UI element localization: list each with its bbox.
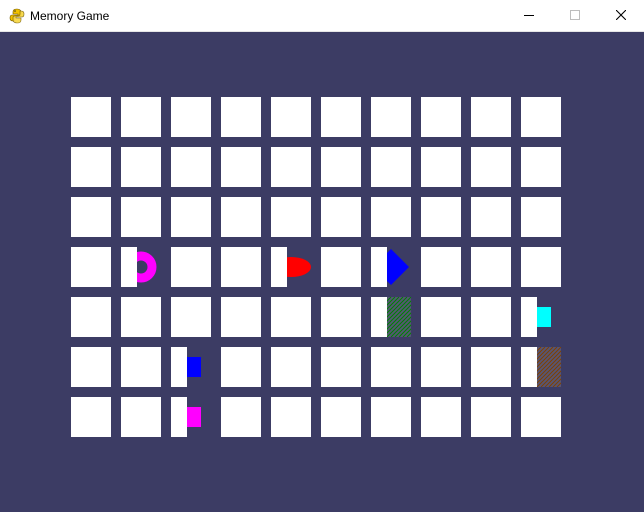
minimize-icon: [524, 15, 534, 16]
tile-cover: [371, 247, 387, 287]
covered-tile[interactable]: [121, 347, 161, 387]
tile-cover: [171, 397, 187, 437]
covered-tile[interactable]: [321, 397, 361, 437]
covered-tile[interactable]: [321, 347, 361, 387]
revealing-tile[interactable]: [371, 247, 411, 287]
covered-tile[interactable]: [421, 197, 461, 237]
covered-tile[interactable]: [471, 147, 511, 187]
covered-tile[interactable]: [471, 247, 511, 287]
revealing-tile[interactable]: [171, 347, 211, 387]
covered-tile[interactable]: [321, 247, 361, 287]
game-board: [0, 32, 644, 512]
tile-cover: [271, 247, 287, 287]
covered-tile[interactable]: [321, 297, 361, 337]
tile-cover: [371, 297, 387, 337]
window-title: Memory Game: [30, 9, 110, 23]
covered-tile[interactable]: [421, 97, 461, 137]
covered-tile[interactable]: [471, 297, 511, 337]
covered-tile[interactable]: [371, 397, 411, 437]
covered-tile[interactable]: [371, 347, 411, 387]
revealing-tile[interactable]: [521, 297, 561, 337]
close-button[interactable]: [598, 0, 644, 31]
revealing-tile[interactable]: [521, 347, 561, 387]
covered-tile[interactable]: [221, 97, 261, 137]
covered-tile[interactable]: [521, 247, 561, 287]
covered-tile[interactable]: [321, 147, 361, 187]
title-bar: Memory Game: [0, 0, 644, 32]
covered-tile[interactable]: [71, 197, 111, 237]
covered-tile[interactable]: [221, 347, 261, 387]
covered-tile[interactable]: [221, 297, 261, 337]
covered-tile[interactable]: [271, 397, 311, 437]
game-window: Memory Game: [0, 0, 644, 512]
covered-tile[interactable]: [471, 97, 511, 137]
covered-tile[interactable]: [71, 397, 111, 437]
covered-tile[interactable]: [171, 197, 211, 237]
covered-tile[interactable]: [421, 147, 461, 187]
covered-tile[interactable]: [71, 247, 111, 287]
covered-tile[interactable]: [121, 147, 161, 187]
covered-tile[interactable]: [471, 347, 511, 387]
close-icon: [616, 10, 626, 20]
covered-tile[interactable]: [71, 297, 111, 337]
tile-cover: [521, 297, 537, 337]
covered-tile[interactable]: [521, 197, 561, 237]
covered-tile[interactable]: [71, 147, 111, 187]
covered-tile[interactable]: [221, 247, 261, 287]
python-snake-icon: [9, 8, 25, 24]
covered-tile[interactable]: [271, 347, 311, 387]
covered-tile[interactable]: [371, 97, 411, 137]
covered-tile[interactable]: [71, 97, 111, 137]
covered-tile[interactable]: [471, 397, 511, 437]
covered-tile[interactable]: [171, 147, 211, 187]
covered-tile[interactable]: [421, 347, 461, 387]
minimize-button[interactable]: [506, 0, 552, 31]
covered-tile[interactable]: [421, 297, 461, 337]
covered-tile[interactable]: [271, 297, 311, 337]
tile-cover: [521, 347, 537, 387]
covered-tile[interactable]: [71, 347, 111, 387]
covered-tile[interactable]: [271, 97, 311, 137]
covered-tile[interactable]: [321, 97, 361, 137]
covered-tile[interactable]: [171, 97, 211, 137]
covered-tile[interactable]: [521, 97, 561, 137]
maximize-icon: [570, 10, 580, 20]
covered-tile[interactable]: [271, 147, 311, 187]
maximize-button[interactable]: [552, 0, 598, 31]
covered-tile[interactable]: [371, 197, 411, 237]
covered-tile[interactable]: [421, 397, 461, 437]
revealing-tile[interactable]: [371, 297, 411, 337]
covered-tile[interactable]: [221, 197, 261, 237]
tile-cover: [171, 347, 187, 387]
covered-tile[interactable]: [171, 297, 211, 337]
covered-tile[interactable]: [521, 147, 561, 187]
covered-tile[interactable]: [371, 147, 411, 187]
covered-tile[interactable]: [471, 197, 511, 237]
covered-tile[interactable]: [121, 397, 161, 437]
covered-tile[interactable]: [421, 247, 461, 287]
covered-tile[interactable]: [271, 197, 311, 237]
covered-tile[interactable]: [121, 197, 161, 237]
revealing-tile[interactable]: [171, 397, 211, 437]
tile-cover: [121, 247, 137, 287]
covered-tile[interactable]: [321, 197, 361, 237]
revealing-tile[interactable]: [121, 247, 161, 287]
covered-tile[interactable]: [171, 247, 211, 287]
covered-tile[interactable]: [221, 397, 261, 437]
covered-tile[interactable]: [521, 397, 561, 437]
revealing-tile[interactable]: [271, 247, 311, 287]
covered-tile[interactable]: [121, 297, 161, 337]
covered-tile[interactable]: [221, 147, 261, 187]
covered-tile[interactable]: [121, 97, 161, 137]
